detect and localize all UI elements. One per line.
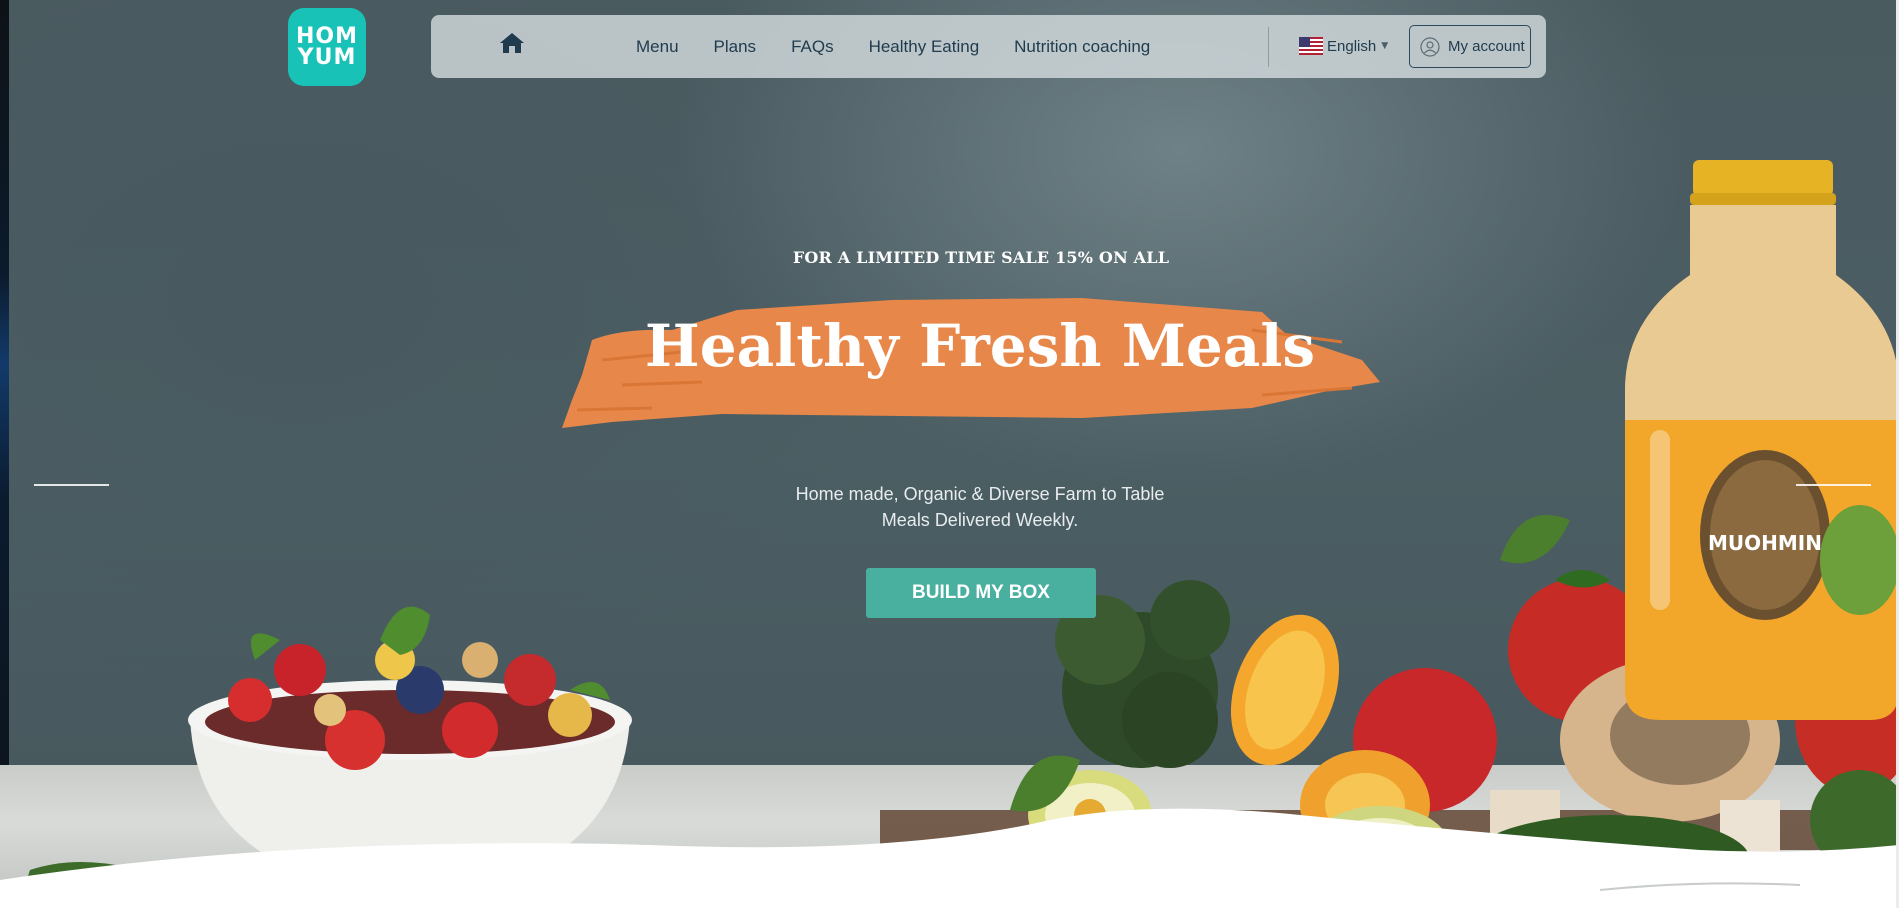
slide-indicator-right[interactable] <box>1796 484 1871 486</box>
home-button[interactable] <box>497 29 527 57</box>
language-label: English <box>1327 37 1377 55</box>
hero-section: MUOHMIN HOM YUM Menu Plans FAQs Healthy … <box>0 0 1899 908</box>
juice-bottle-image: MUOHMIN <box>1625 160 1899 720</box>
logo-text-line2: YUM <box>297 45 357 70</box>
hero-subtitle-line2: Meals Delivered Weekly. <box>881 510 1079 530</box>
nav-links: Menu Plans FAQs Healthy Eating Nutrition… <box>636 15 1185 78</box>
nav-link-plans[interactable]: Plans <box>714 37 757 57</box>
homyum-logo[interactable]: HOM YUM <box>288 8 366 86</box>
hero-headline: Healthy Fresh Meals <box>644 312 1316 380</box>
my-account-button[interactable]: My account <box>1409 25 1531 68</box>
home-icon <box>500 33 524 53</box>
my-account-label: My account <box>1448 38 1525 55</box>
promo-text: FOR A LIMITED TIME SALE 15% ON ALL <box>792 248 1170 267</box>
nav-link-nutrition-coaching[interactable]: Nutrition coaching <box>1014 37 1150 57</box>
hero-subtitle: Home made, Organic & Diverse Farm to Tab… <box>760 481 1200 533</box>
build-my-box-button[interactable]: BUILD MY BOX <box>866 568 1096 618</box>
top-navigation: Menu Plans FAQs Healthy Eating Nutrition… <box>431 15 1546 78</box>
hero-subtitle-line1: Home made, Organic & Diverse Farm to Tab… <box>795 484 1165 504</box>
logo-text-line1: HOM <box>295 24 358 49</box>
us-flag-icon <box>1299 37 1323 55</box>
caret-down-icon: ▼ <box>1381 41 1389 51</box>
language-selector[interactable]: English ▼ <box>1299 34 1388 58</box>
nav-link-faqs[interactable]: FAQs <box>791 37 834 57</box>
slide-indicator-left[interactable] <box>34 484 109 486</box>
nav-link-menu[interactable]: Menu <box>636 37 679 57</box>
nav-link-healthy-eating[interactable]: Healthy Eating <box>869 37 980 57</box>
nav-divider <box>1268 27 1269 67</box>
bottle-label: MUOHMIN <box>1708 531 1822 555</box>
hero-food-image: MUOHMIN <box>0 160 1899 908</box>
user-icon <box>1420 36 1440 57</box>
